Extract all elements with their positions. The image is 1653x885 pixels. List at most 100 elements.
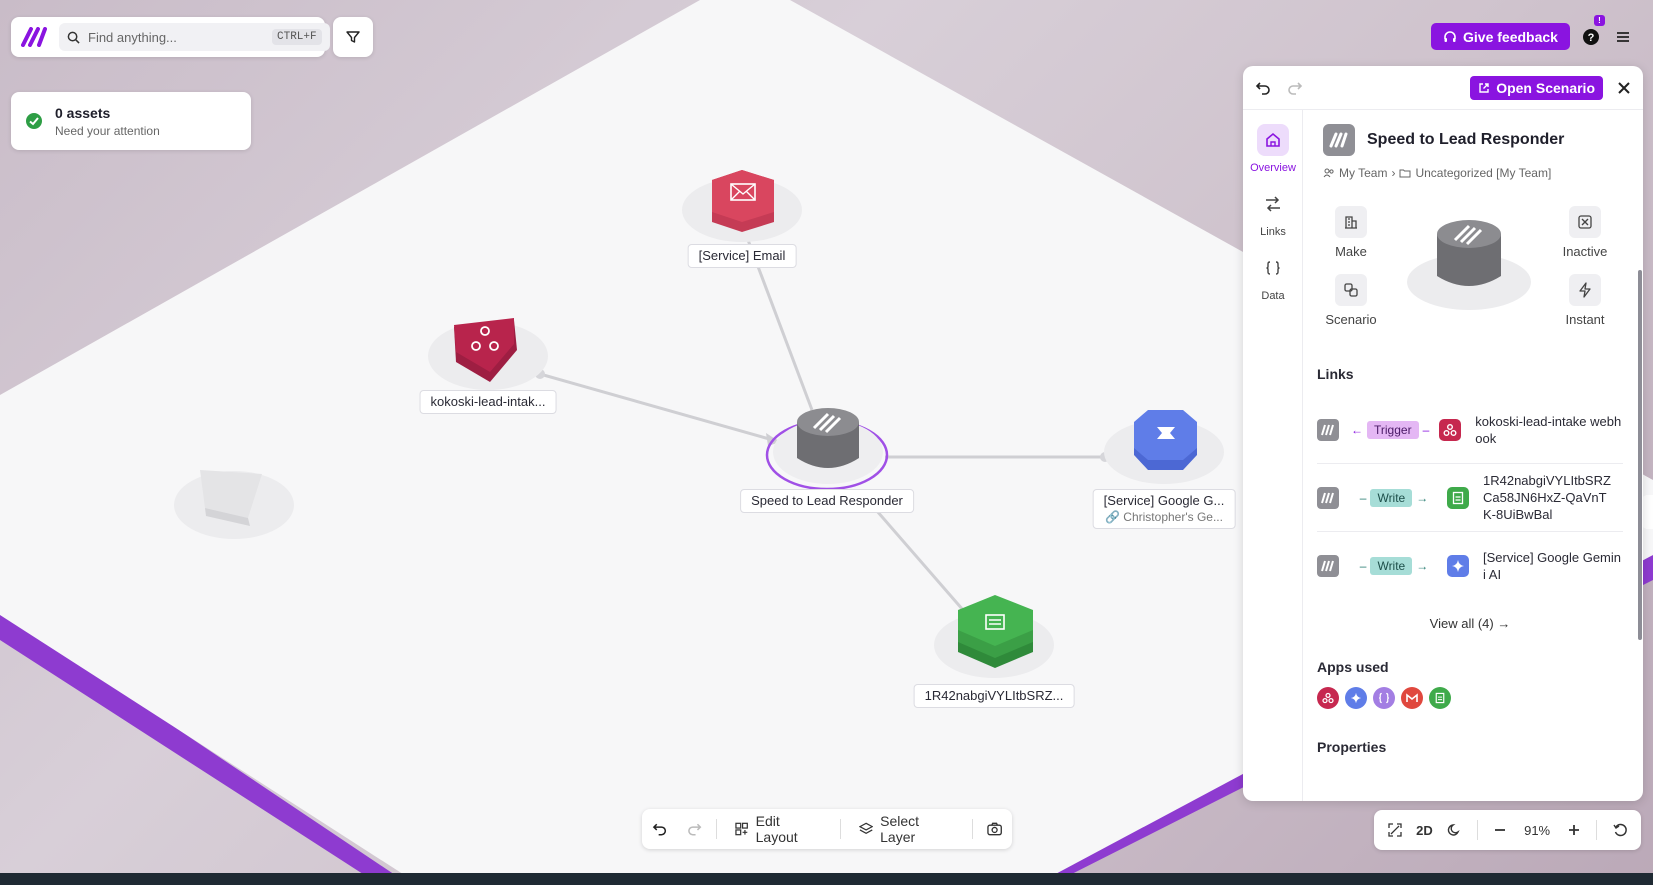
help-button[interactable]: ? xyxy=(1580,26,1602,48)
scenario-panel: Open Scenario Overview Links Data Speed … xyxy=(1243,66,1643,801)
link-row-trigger[interactable]: ← Trigger – kokoski-lead-intake webhook xyxy=(1317,396,1623,464)
panel-nav: Overview Links Data xyxy=(1243,110,1303,801)
meta-make-label: Make xyxy=(1335,244,1367,259)
hamburger-icon xyxy=(1617,32,1629,42)
menu-button[interactable] xyxy=(1612,26,1634,48)
node-label-webhook[interactable]: kokoski-lead-intak... xyxy=(419,390,557,414)
webhook-icon xyxy=(1439,418,1462,441)
view-mode-toggle[interactable]: 2D xyxy=(1411,817,1437,843)
braces-icon xyxy=(1257,252,1289,284)
open-scenario-label: Open Scenario xyxy=(1496,79,1595,96)
gmail-icon[interactable] xyxy=(1401,687,1423,709)
dash-icon: – xyxy=(1359,559,1367,573)
redo-icon[interactable] xyxy=(687,821,702,837)
breadcrumb-separator: › xyxy=(1391,166,1396,180)
panel-header: Open Scenario xyxy=(1243,66,1643,110)
link-row-write-gemini[interactable]: – Write → [Service] Google Gemini AI xyxy=(1317,532,1623,600)
select-layer-button[interactable]: Select Layer xyxy=(855,809,958,849)
scenario-title: Speed to Lead Responder xyxy=(1367,131,1565,148)
undo-icon[interactable] xyxy=(1255,80,1271,96)
node-label-scenario[interactable]: Speed to Lead Responder xyxy=(740,489,914,513)
search-input[interactable] xyxy=(88,29,264,45)
plus-icon xyxy=(1568,825,1579,835)
tab-data[interactable]: Data xyxy=(1243,238,1303,302)
rotate-icon xyxy=(1612,823,1627,837)
scenario-meta: Make Scenario Inactive Instant xyxy=(1317,206,1623,356)
zoom-out-button[interactable] xyxy=(1487,817,1513,843)
notification-badge: ! xyxy=(1594,15,1605,26)
home-icon xyxy=(1257,124,1289,156)
panel-scrollbar[interactable] xyxy=(1637,110,1643,801)
give-feedback-label: Give feedback xyxy=(1463,28,1558,45)
gemini-icon xyxy=(1447,555,1469,577)
link-target: kokoski-lead-intake webhook xyxy=(1475,413,1622,446)
panel-scroll-thumb[interactable] xyxy=(1638,270,1642,640)
building-icon xyxy=(1335,206,1367,238)
team-icon xyxy=(1323,168,1334,178)
view-all-links[interactable]: View all (4) → xyxy=(1317,616,1623,631)
gemini-icon[interactable] xyxy=(1345,687,1367,709)
zoom-controls: 2D 91% xyxy=(1374,810,1641,850)
tab-links-label: Links xyxy=(1260,226,1286,238)
filter-icon xyxy=(346,31,360,43)
webhook-icon[interactable] xyxy=(1317,687,1339,709)
open-scenario-button[interactable]: Open Scenario xyxy=(1470,75,1603,100)
toolbar-divider xyxy=(971,819,973,839)
meta-instant: Instant xyxy=(1555,274,1615,327)
make-logo[interactable] xyxy=(21,26,49,48)
meta-scenario: Scenario xyxy=(1321,274,1381,327)
search-field[interactable]: CTRL+F xyxy=(59,23,330,51)
breadcrumb-folder[interactable]: Uncategorized [My Team] xyxy=(1415,166,1551,180)
folder-icon xyxy=(1399,169,1411,178)
link-type-badge: Trigger xyxy=(1367,420,1419,439)
assets-card[interactable]: 0 assets Need your attention xyxy=(11,92,251,150)
link-connector: – Write → xyxy=(1351,488,1437,507)
json-icon[interactable] xyxy=(1373,687,1395,709)
assets-subtitle: Need your attention xyxy=(55,123,160,138)
select-layer-label: Select Layer xyxy=(880,813,920,845)
node-label-sheets[interactable]: 1R42nabgiVYLItbSRZ... xyxy=(913,684,1075,708)
tab-overview-label: Overview xyxy=(1250,162,1296,174)
bottom-toolbar: Edit Layout Select Layer xyxy=(642,809,1012,849)
node-label-email[interactable]: [Service] Email xyxy=(687,244,797,268)
scenario-mini-icon xyxy=(1317,555,1339,577)
reset-view-button[interactable] xyxy=(1607,817,1633,843)
close-icon[interactable] xyxy=(1617,81,1631,95)
breadcrumb-team[interactable]: My Team xyxy=(1339,166,1387,180)
scenario-type-icon xyxy=(1335,274,1367,306)
zoom-in-button[interactable] xyxy=(1561,817,1587,843)
meta-make: Make xyxy=(1321,206,1381,259)
scenario-mini-icon xyxy=(1317,486,1339,509)
sheets-icon[interactable] xyxy=(1429,687,1451,709)
node-label-gemini[interactable]: [Service] Google G... 🔗 Christopher's Ge… xyxy=(1092,489,1236,529)
filter-button[interactable] xyxy=(333,17,373,57)
meta-inactive-label: Inactive xyxy=(1562,244,1608,259)
undo-icon[interactable] xyxy=(652,821,667,837)
edit-layout-label: Edit Layout xyxy=(755,813,798,845)
links-icon xyxy=(1257,188,1289,220)
link-row-write-sheets[interactable]: – Write → 1R42nabgiVYLItbSRZCa58JN6HxZ-Q… xyxy=(1317,464,1623,532)
edit-layout-button[interactable]: Edit Layout xyxy=(731,809,826,849)
camera-icon[interactable] xyxy=(987,822,1002,836)
scenario-header: Speed to Lead Responder xyxy=(1323,124,1623,156)
give-feedback-button[interactable]: Give feedback xyxy=(1431,23,1570,50)
scenario-logo-icon xyxy=(1323,124,1355,156)
search-box: CTRL+F xyxy=(11,17,330,57)
meta-scenario-label: Scenario xyxy=(1325,312,1377,327)
link-type-badge: Write xyxy=(1370,488,1413,507)
link-connector: ← Trigger – xyxy=(1351,420,1429,439)
zoom-level: 91% xyxy=(1524,822,1551,838)
tab-links[interactable]: Links xyxy=(1243,174,1303,238)
node-label-gemini-sub: 🔗 Christopher's Ge... xyxy=(1105,510,1223,524)
redo-icon[interactable] xyxy=(1287,80,1303,96)
help-icon: ? xyxy=(1583,29,1599,45)
tab-overview[interactable]: Overview xyxy=(1243,110,1303,174)
dark-mode-button[interactable] xyxy=(1441,817,1467,843)
apps-section-title: Apps used xyxy=(1317,659,1389,675)
link-target: 1R42nabgiVYLItbSRZCa58JN6HxZ-QaVnTK-8UiB… xyxy=(1483,473,1611,522)
check-badge-icon xyxy=(26,113,42,129)
meta-instant-label: Instant xyxy=(1565,312,1605,327)
fit-screen-button[interactable] xyxy=(1382,817,1408,843)
meta-inactive: Inactive xyxy=(1555,206,1615,259)
inactive-icon xyxy=(1569,206,1601,238)
